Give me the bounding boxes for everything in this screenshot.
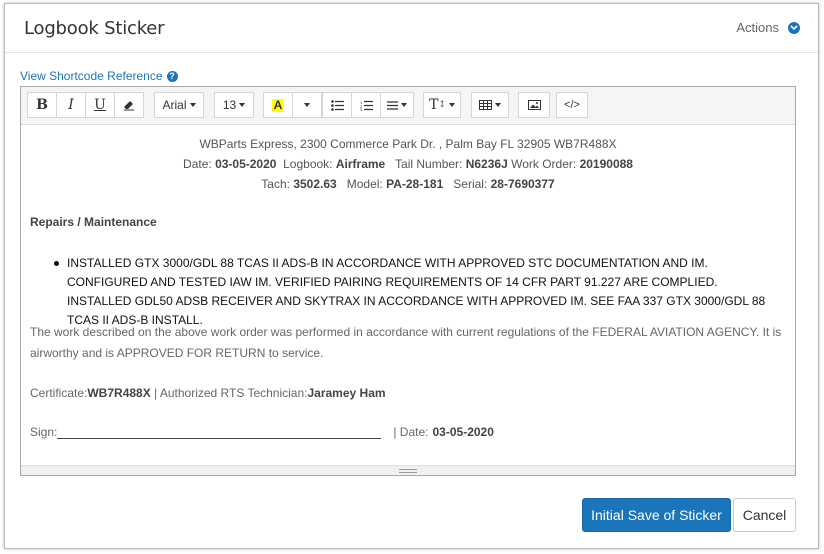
bullet-list-icon	[330, 99, 344, 111]
bold-button[interactable]: B	[27, 92, 57, 118]
dialog-title: Logbook Sticker	[24, 18, 165, 39]
table-icon	[479, 100, 492, 110]
chevron-down-icon	[788, 21, 800, 34]
table-insert-select[interactable]	[471, 92, 509, 118]
question-icon[interactable]: ?	[166, 70, 178, 82]
actions-label: Actions	[736, 20, 779, 35]
tach-value: 3502.63	[293, 177, 337, 191]
signature-rule	[57, 427, 382, 439]
size-group: 13	[214, 92, 254, 118]
eraser-button[interactable]	[114, 92, 144, 118]
sticker-header-block: WBParts Express, 2300 Commerce Park Dr. …	[21, 134, 795, 194]
code-view-button[interactable]: </>	[556, 92, 588, 118]
serial-value: 28-7690377	[490, 177, 555, 191]
date-value: 03-05-2020	[215, 157, 277, 171]
line-height-select[interactable]: T ↕	[423, 92, 461, 118]
work-order-label: Work Order:	[511, 157, 577, 171]
updown-icon: ↕	[438, 100, 446, 110]
font-size-select[interactable]: 13	[214, 92, 254, 118]
tail-label: Tail Number:	[395, 157, 463, 171]
sign-label: Sign:	[30, 425, 58, 439]
date-label: Date:	[183, 157, 212, 171]
rich-text-editor[interactable]: B I U Arial 13 A 1 2 3 T ↕ </> WBParts E…	[20, 86, 796, 476]
cancel-button[interactable]: Cancel	[733, 498, 796, 532]
logbook-value: Airframe	[335, 157, 386, 171]
resize-handle-icon[interactable]	[399, 469, 417, 473]
signature-line: Sign: | Date: 03-05-2020	[30, 425, 494, 439]
font-group: Arial	[154, 92, 204, 118]
initial-save-button[interactable]: Initial Save of Sticker	[582, 498, 731, 532]
model-label: Model:	[346, 177, 383, 191]
underline-button[interactable]: U	[85, 92, 115, 118]
media-group	[518, 92, 550, 118]
company-line: WBParts Express, 2300 Commerce Park Dr. …	[199, 137, 617, 151]
editor-toolbar: B I U Arial 13 A 1 2 3 T ↕ </>	[21, 87, 795, 125]
editor-resize-bar[interactable]	[21, 465, 795, 475]
sign-date-value: 03-05-2020	[432, 425, 494, 439]
table-group	[471, 92, 509, 118]
actions-menu[interactable]: Actions	[736, 20, 800, 35]
sign-date-label: | Date:	[393, 425, 429, 439]
paragraph-align-select[interactable]	[380, 92, 414, 118]
image-icon	[527, 100, 541, 110]
unordered-list-button[interactable]	[322, 92, 352, 118]
logbook-label: Logbook:	[283, 157, 333, 171]
shortcode-link-label: View Shortcode Reference	[20, 69, 163, 83]
height-group: T ↕	[423, 92, 461, 118]
insert-image-button[interactable]	[518, 92, 550, 118]
highlight-a-icon: A	[271, 97, 285, 112]
align-icon	[387, 100, 398, 110]
ordered-list-button[interactable]: 123	[351, 92, 381, 118]
numbered-list-icon: 123	[360, 100, 373, 111]
model-value: PA-28-181	[386, 177, 444, 191]
tail-value: N6236J	[465, 157, 508, 171]
caret-down-icon	[495, 103, 501, 107]
caret-down-icon	[239, 103, 246, 107]
work-order-value: 20190088	[579, 157, 633, 171]
list-item: INSTALLED GTX 3000/GDL 88 TCAS II ADS-B …	[54, 254, 784, 330]
text-height-icon: T	[429, 97, 439, 113]
text-color-button[interactable]: A	[263, 92, 293, 118]
font-size-value: 13	[222, 98, 237, 112]
caret-down-icon	[304, 103, 310, 107]
caret-down-icon	[189, 103, 196, 107]
font-family-select[interactable]: Arial	[154, 92, 204, 118]
code-group: </>	[556, 92, 588, 118]
view-shortcode-reference-link[interactable]: View Shortcode Reference ?	[20, 69, 178, 83]
editor-content[interactable]: WBParts Express, 2300 Commerce Park Dr. …	[21, 126, 795, 466]
certificate-line: Certificate:WB7R488X | Authorized RTS Te…	[30, 386, 386, 400]
technician-value: Jaramey Ham	[307, 386, 386, 400]
repair-list: INSTALLED GTX 3000/GDL 88 TCAS II ADS-B …	[54, 254, 784, 330]
eraser-icon	[124, 101, 134, 111]
font-family-value: Arial	[162, 98, 187, 112]
serial-label: Serial:	[453, 177, 488, 191]
tach-label: Tach:	[261, 177, 290, 191]
repairs-section-title: Repairs / Maintenance	[30, 215, 157, 229]
format-group: B I U	[27, 92, 144, 118]
svg-text:3: 3	[360, 107, 363, 111]
text-color-dropdown[interactable]	[292, 92, 322, 118]
airworthiness-statement: The work described on the above work ord…	[30, 325, 782, 360]
dialog-header: Logbook Sticker Actions	[5, 4, 818, 53]
certificate-value: WB7R488X	[87, 386, 151, 400]
tach-line: Tach: 3502.63 Model: PA-28-181 Serial: 2…	[21, 174, 795, 194]
caret-down-icon	[448, 103, 455, 107]
italic-button[interactable]: I	[56, 92, 86, 118]
list-group: 123	[322, 92, 414, 118]
date-line: Date: 03-05-2020 Logbook: Airframe Tail …	[21, 154, 795, 174]
color-group: A	[263, 92, 322, 118]
caret-down-icon	[401, 103, 407, 107]
technician-label: | Authorized RTS Technician:	[150, 386, 308, 400]
certificate-label: Certificate:	[30, 386, 88, 400]
